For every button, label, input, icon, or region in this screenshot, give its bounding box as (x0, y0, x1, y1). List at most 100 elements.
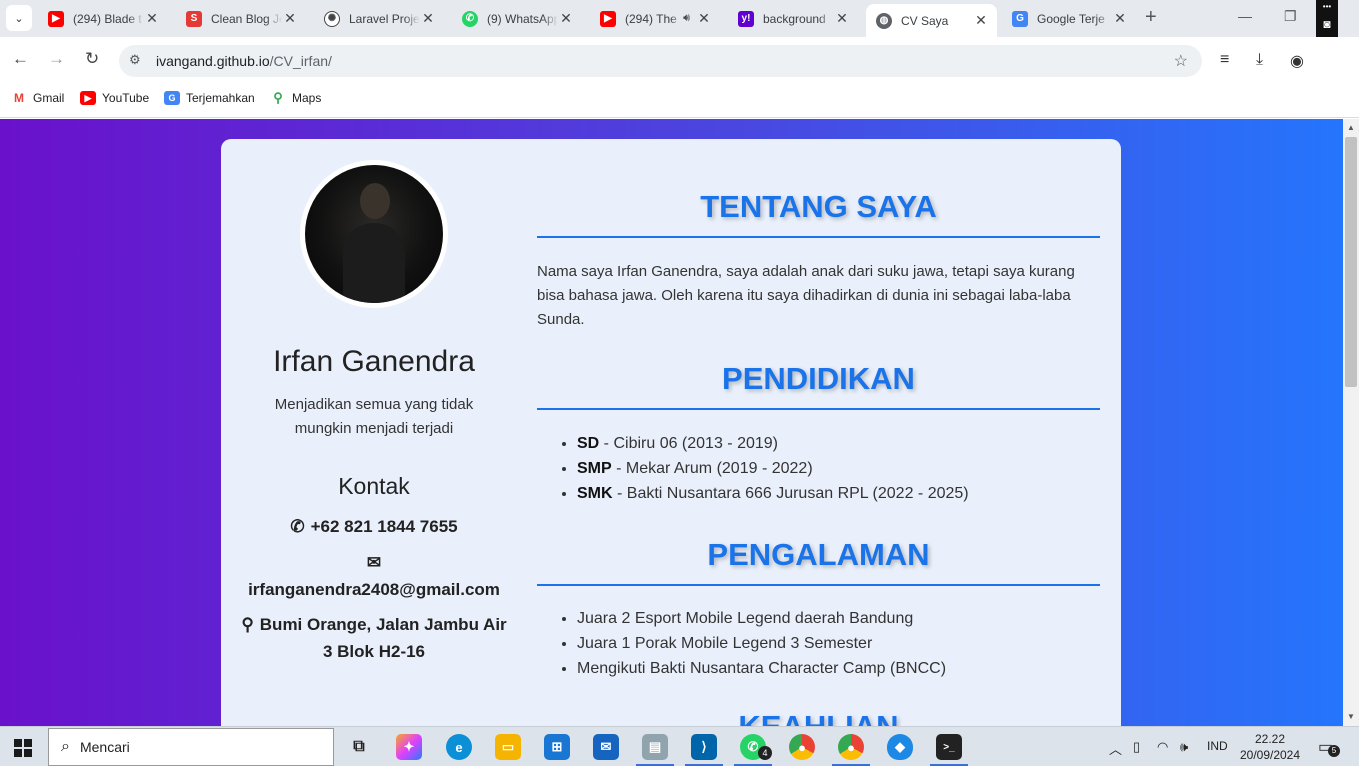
restore-icon[interactable]: ❐ (1284, 8, 1297, 25)
page-viewport: Irfan Ganendra Menjadikan semua yang tid… (0, 119, 1343, 726)
edge-browser-icon[interactable]: e (446, 734, 472, 760)
close-icon[interactable]: ✕ (1112, 10, 1128, 27)
windows-taskbar: ⌕ Mencari ⧉ ✦ e ▭ ⊞ ✉ ▤ ⟩ ✆ 4 ● ● ◆ >_ ︿… (0, 726, 1359, 766)
contact-phone: ✆ +62 821 1844 7655 (290, 517, 458, 536)
tab-youtube-playing[interactable]: ▶ (294) The 🔊︎ ✕ (590, 4, 720, 33)
taskbar-clock[interactable]: 22.22 20/09/2024 (1235, 731, 1305, 763)
profile-photo (300, 160, 448, 308)
scroll-up-arrow-icon[interactable]: ▲ (1347, 123, 1355, 132)
whatsapp-badge: 4 (758, 746, 772, 760)
chrome-icon[interactable]: ● (789, 734, 815, 760)
chrome-profile-icon[interactable]: ● (838, 734, 864, 760)
minimize-icon[interactable]: — (1238, 8, 1252, 24)
notepad-icon[interactable]: ▤ (642, 734, 668, 760)
tab-whatsapp[interactable]: ✆ (9) WhatsApp ✕ (452, 4, 582, 33)
vscode-icon[interactable]: ⟩ (691, 734, 717, 760)
experience-list: Juara 2 Esport Mobile Legend daerah Band… (577, 606, 1097, 681)
whatsapp-icon: ✆ (462, 10, 478, 27)
address-bar[interactable]: ⚙ ivangand.github.io/CV_irfan/ ☆ (119, 45, 1202, 77)
tab-clean-blog[interactable]: S Clean Blog Je ✕ (176, 4, 306, 33)
back-arrow-icon[interactable]: ← (12, 49, 29, 69)
url-host: ivangand.github.io (156, 53, 270, 69)
gmail-icon: M (11, 91, 27, 105)
envelope-icon: ✉ (366, 553, 382, 572)
reload-icon[interactable]: ↻ (85, 49, 99, 69)
bookmark-star-icon[interactable]: ☆ (1174, 51, 1188, 71)
section-divider (537, 408, 1100, 410)
google-translate-icon: G (1012, 10, 1028, 27)
phone-icon: ✆ (290, 517, 305, 536)
windows-start-icon[interactable] (14, 739, 32, 757)
camera-icon[interactable]: ◙ (1323, 17, 1330, 31)
app-blue-icon[interactable]: ◆ (887, 734, 913, 760)
youtube-icon: ▶ (80, 91, 96, 105)
cv-card: Irfan Ganendra Menjadikan semua yang tid… (221, 139, 1121, 726)
language-indicator[interactable]: IND (1207, 739, 1228, 753)
profile-tagline: Menjadikan semua yang tidak mungkin menj… (274, 396, 474, 437)
scroll-down-arrow-icon[interactable]: ▼ (1347, 712, 1355, 721)
close-icon[interactable]: ✕ (834, 10, 850, 27)
section-title-education: PENDIDIKAN (722, 361, 915, 396)
list-item: SMP - Mekar Arum (2019 - 2022) (577, 456, 1097, 481)
page-scrollbar[interactable]: ▲ ▼ (1343, 119, 1359, 726)
new-tab-plus-icon[interactable]: + (1145, 6, 1157, 29)
file-explorer-icon[interactable]: ▭ (495, 734, 521, 760)
list-item: Juara 1 Porak Mobile Legend 3 Semester (577, 631, 1097, 656)
microsoft-store-icon[interactable]: ⊞ (544, 734, 570, 760)
close-icon[interactable]: ✕ (973, 12, 989, 29)
bookmark-youtube[interactable]: ▶ YouTube (80, 91, 149, 105)
close-icon[interactable]: ✕ (420, 10, 436, 27)
notification-count: 5 (1328, 745, 1340, 757)
clock-date: 20/09/2024 (1239, 748, 1301, 762)
scrollbar-thumb[interactable] (1345, 137, 1357, 387)
tab-strip: ⌄ ▶ (294) Blade t ✕ S Clean Blog Je ✕ ✺ … (0, 0, 1359, 37)
bookmark-terjemahkan[interactable]: G Terjemahkan (164, 91, 255, 105)
close-icon[interactable]: ✕ (558, 10, 574, 27)
bookmark-maps[interactable]: ⚲ Maps (270, 90, 321, 105)
close-icon[interactable]: ✕ (696, 10, 712, 27)
profile-avatar-icon[interactable]: ◉ (1290, 51, 1304, 71)
mail-icon[interactable]: ✉ (593, 734, 619, 760)
notification-center-icon[interactable]: ▭ 5 (1318, 737, 1340, 757)
maps-pin-icon: ⚲ (270, 90, 286, 105)
youtube-icon: ▶ (48, 10, 64, 27)
tab-google-translate[interactable]: G Google Terje ✕ (1002, 4, 1136, 33)
contact-heading: Kontak (338, 473, 410, 499)
wifi-icon[interactable]: ◠ (1157, 739, 1168, 755)
yahoo-icon: y! (738, 10, 754, 27)
education-list: SD - Cibiru 06 (2013 - 2019) SMP - Mekar… (577, 431, 1097, 506)
close-icon[interactable]: ✕ (282, 10, 298, 27)
task-view-icon[interactable]: ⧉ (346, 734, 372, 760)
tab-background[interactable]: y! background ✕ (728, 4, 858, 33)
s-logo-icon: S (186, 10, 202, 27)
contact-email: ✉ irfanganendra2408@gmail.com (239, 549, 509, 603)
more-dots-icon[interactable]: ••• (1323, 2, 1331, 11)
media-queue-icon[interactable]: ≡ (1220, 51, 1229, 69)
url-text[interactable]: ivangand.github.io/CV_irfan/ (156, 53, 332, 69)
browser-toolbar: ← → ↻ ⚙ ivangand.github.io/CV_irfan/ ☆ ≡… (0, 37, 1359, 85)
bookmarks-bar: M Gmail ▶ YouTube G Terjemahkan ⚲ Maps (0, 85, 1359, 118)
download-icon[interactable]: ⤓ (1256, 51, 1263, 69)
close-icon[interactable]: ✕ (144, 10, 160, 27)
google-translate-icon: G (164, 91, 180, 105)
url-path: /CV_irfan/ (269, 53, 332, 69)
terminal-icon[interactable]: >_ (936, 734, 962, 760)
list-item: Juara 2 Esport Mobile Legend daerah Band… (577, 606, 1097, 631)
tab-search-chevron-icon[interactable]: ⌄ (6, 5, 32, 31)
speaker-icon[interactable]: 🔊︎ (683, 12, 690, 25)
site-info-tune-icon[interactable]: ⚙ (129, 52, 141, 68)
tab-youtube-blade[interactable]: ▶ (294) Blade t ✕ (38, 4, 168, 33)
forward-arrow-icon[interactable]: → (48, 49, 65, 69)
openai-icon: ✺ (324, 10, 340, 27)
map-marker-icon: ⚲ (241, 615, 254, 634)
tab-laravel-project[interactable]: ✺ Laravel Proje ✕ (314, 4, 444, 33)
taskbar-search-box[interactable]: ⌕ Mencari (48, 728, 334, 766)
tray-device-icon[interactable]: ▯ (1133, 739, 1140, 755)
tray-chevron-icon[interactable]: ︿ (1109, 739, 1122, 758)
volume-icon[interactable]: 🕪︎ (1180, 739, 1188, 755)
section-title-skills: KEAHLIAN (537, 709, 1100, 726)
bookmark-gmail[interactable]: M Gmail (11, 91, 64, 105)
section-title-experience: PENGALAMAN (707, 537, 930, 572)
tab-cv-saya[interactable]: ◍ CV Saya ✕ (866, 4, 997, 37)
copilot-icon[interactable]: ✦ (396, 734, 422, 760)
